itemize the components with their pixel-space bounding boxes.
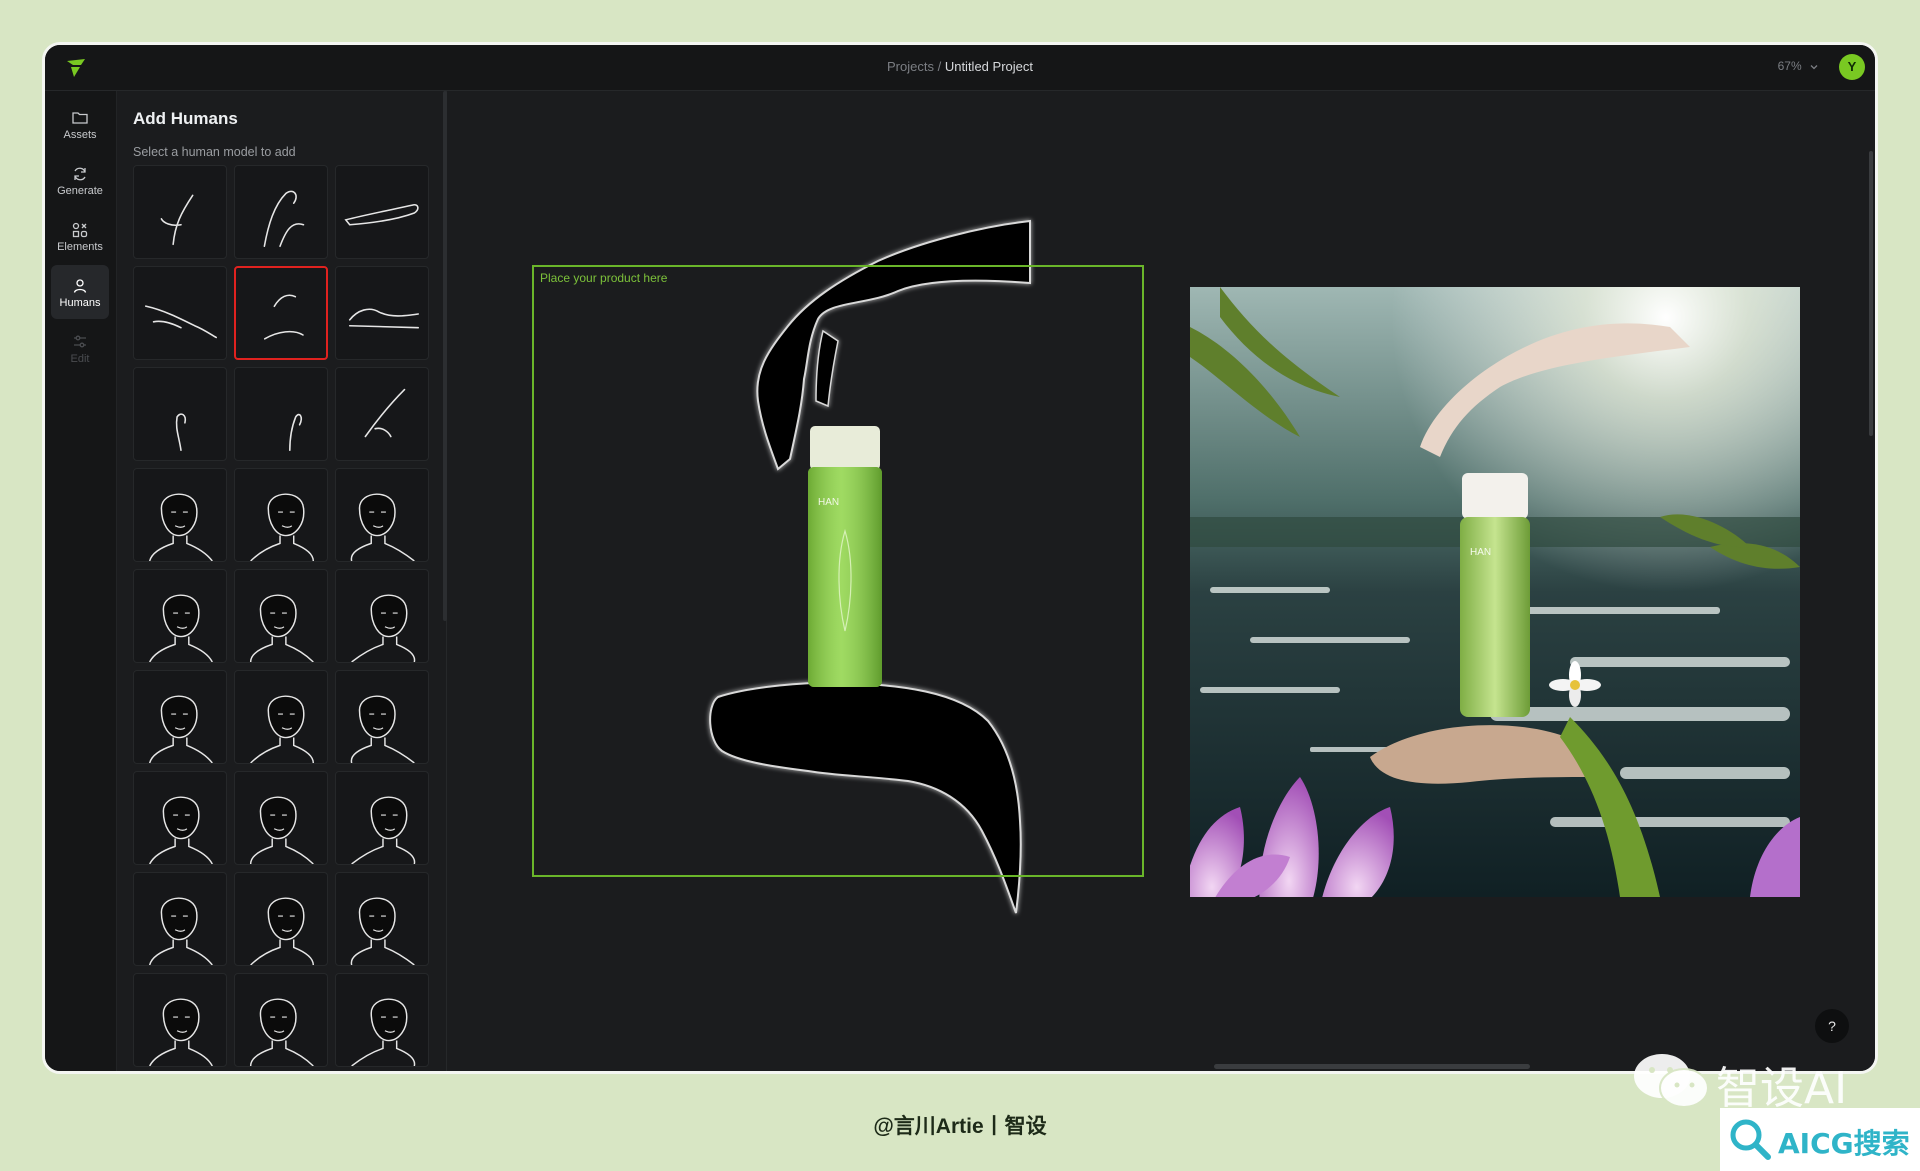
app-window: Projects / Untitled Project 67% Y Assets… xyxy=(42,42,1878,1074)
hand-pose-icon xyxy=(144,305,217,339)
svg-text:HAN: HAN xyxy=(1470,547,1491,558)
face-portrait-icon xyxy=(148,695,213,763)
face-portrait-icon xyxy=(351,998,416,1066)
help-button[interactable]: ? xyxy=(1815,1009,1849,1043)
face-portrait-icon xyxy=(351,796,416,864)
hand-model-tile[interactable] xyxy=(133,266,227,360)
face-portrait-icon xyxy=(149,998,213,1066)
face-model-tile[interactable] xyxy=(335,569,429,663)
user-avatar[interactable]: Y xyxy=(1839,54,1865,80)
breadcrumb-parent[interactable]: Projects xyxy=(887,59,934,74)
face-portrait-icon xyxy=(148,897,213,965)
hand-model-tile[interactable] xyxy=(133,165,227,259)
hand-pose-icon xyxy=(263,190,305,248)
rail-label: Edit xyxy=(70,353,90,365)
hand-pose-icon xyxy=(348,308,419,329)
aicg-badge-text: AICG搜索 xyxy=(1778,1127,1910,1160)
zoom-dropdown[interactable]: 67% xyxy=(1778,59,1819,73)
face-model-tile[interactable] xyxy=(234,872,328,966)
panel-scrollbar[interactable] xyxy=(443,91,447,621)
face-portrait-icon xyxy=(250,897,315,965)
canvas-horizontal-scrollbar[interactable] xyxy=(1214,1064,1530,1069)
face-model-tile[interactable] xyxy=(133,973,227,1067)
face-model-tile[interactable] xyxy=(133,872,227,966)
chevron-down-icon xyxy=(1810,64,1818,70)
hand-pose-icon xyxy=(263,294,304,340)
hand-pose-icon xyxy=(344,203,419,226)
face-model-tile[interactable] xyxy=(335,771,429,865)
placeholder-label: Place your product here xyxy=(540,271,668,285)
humans-panel: Add Humans Select a human model to add xyxy=(117,91,447,1071)
face-portrait-icon xyxy=(351,594,416,662)
sliders-icon xyxy=(74,335,86,348)
face-model-tile[interactable] xyxy=(133,468,227,562)
project-title[interactable]: Untitled Project xyxy=(945,59,1033,74)
face-portrait-icon xyxy=(250,695,315,763)
rail-item-generate[interactable]: Generate xyxy=(51,153,109,207)
face-portrait-icon xyxy=(149,796,213,864)
rail-item-assets[interactable]: Assets xyxy=(51,97,109,151)
canvas-area[interactable]: HAN Place your product here HAN ? xyxy=(448,91,1875,1071)
face-portrait-icon xyxy=(350,897,415,965)
face-model-tile[interactable] xyxy=(335,973,429,1067)
hand-pose-icon xyxy=(364,388,406,438)
rail-label: Assets xyxy=(63,129,97,141)
rail-label: Generate xyxy=(57,185,103,197)
face-model-tile[interactable] xyxy=(234,569,328,663)
hand-pose-icon xyxy=(289,413,302,451)
wechat-icon xyxy=(1634,1054,1709,1108)
rail-label: Humans xyxy=(59,297,101,309)
hand-model-tile[interactable] xyxy=(335,266,429,360)
face-model-tile[interactable] xyxy=(133,569,227,663)
face-model-tile[interactable] xyxy=(133,771,227,865)
rail-item-humans[interactable]: Humans xyxy=(51,265,109,319)
hand-model-tile[interactable] xyxy=(234,266,328,360)
face-model-tile[interactable] xyxy=(234,771,328,865)
panel-title: Add Humans xyxy=(133,109,238,128)
face-portrait-icon xyxy=(149,594,213,662)
author-credit: @言川Artie丨智设 xyxy=(873,1115,1047,1138)
hand-model-tile[interactable] xyxy=(234,165,328,259)
rail-label: Elements xyxy=(57,241,103,253)
product-placeholder-frame[interactable]: Place your product here xyxy=(532,265,1144,877)
breadcrumb-separator: / xyxy=(933,59,945,74)
face-portrait-icon xyxy=(249,998,314,1066)
watermark-text: 智设AI xyxy=(1716,1063,1848,1114)
folder-icon xyxy=(72,112,88,124)
rail-item-elements[interactable]: Elements xyxy=(51,209,109,263)
face-portrait-icon xyxy=(249,796,314,864)
canvas-vertical-scrollbar[interactable] xyxy=(1869,151,1873,436)
search-magnifier-icon xyxy=(1730,1119,1771,1160)
tool-rail: Assets Generate Elements Humans Edit xyxy=(45,91,117,1071)
face-model-tile[interactable] xyxy=(234,670,328,764)
aicg-badge: AICG搜索 xyxy=(1720,1108,1920,1171)
shapes-icon xyxy=(72,222,88,238)
panel-subtitle: Select a human model to add xyxy=(133,145,296,159)
face-model-tile[interactable] xyxy=(234,973,328,1067)
breadcrumb: Projects / Untitled Project xyxy=(45,59,1875,74)
hand-pose-icon xyxy=(175,413,187,451)
hand-model-tile[interactable] xyxy=(335,367,429,461)
face-model-tile[interactable] xyxy=(335,872,429,966)
face-model-tile[interactable] xyxy=(234,468,328,562)
face-portrait-icon xyxy=(350,695,415,763)
hand-model-tile[interactable] xyxy=(234,367,328,461)
generated-result-image[interactable]: HAN xyxy=(1190,287,1800,897)
person-icon xyxy=(73,279,87,293)
face-model-tile[interactable] xyxy=(133,670,227,764)
hand-pose-icon xyxy=(160,194,194,246)
refresh-icon xyxy=(74,167,86,181)
face-portrait-icon xyxy=(350,493,415,561)
zoom-value: 67% xyxy=(1777,59,1802,73)
face-model-tile[interactable] xyxy=(335,670,429,764)
rail-item-edit: Edit xyxy=(51,321,109,375)
hand-model-tile[interactable] xyxy=(133,367,227,461)
top-bar: Projects / Untitled Project 67% Y xyxy=(45,45,1875,91)
face-portrait-icon xyxy=(148,493,213,561)
face-portrait-icon xyxy=(249,594,314,662)
hand-model-tile[interactable] xyxy=(335,165,429,259)
face-portrait-icon xyxy=(250,493,315,561)
face-model-tile[interactable] xyxy=(335,468,429,562)
